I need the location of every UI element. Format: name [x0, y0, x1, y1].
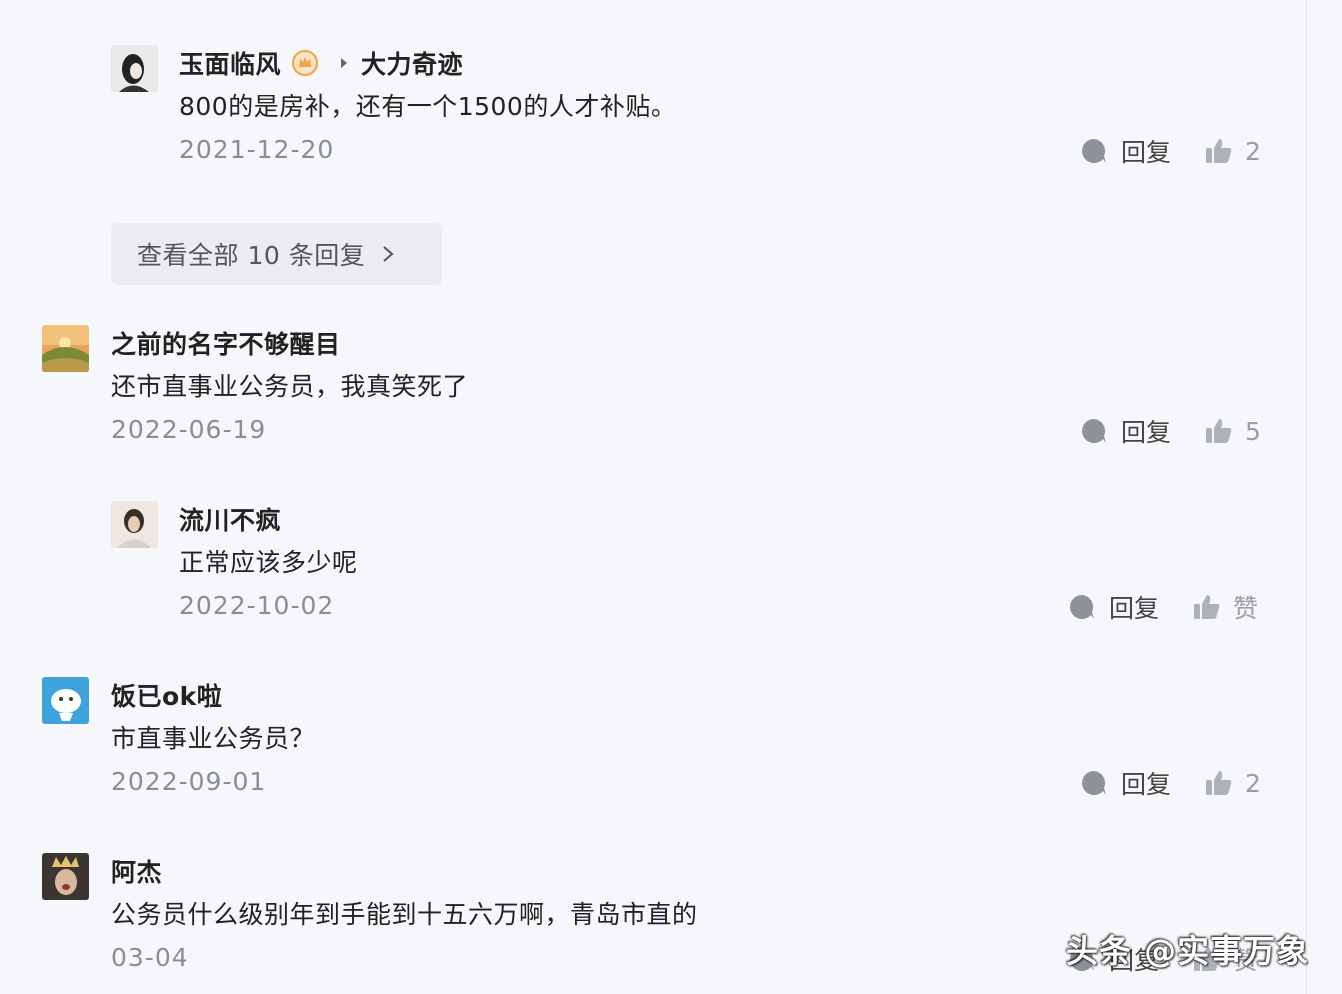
comment-bubble-icon — [1070, 595, 1094, 619]
comment-text: 还市直事业公务员，我真笑死了 — [111, 372, 469, 401]
comment-actions: 回复 2 — [1081, 765, 1261, 801]
comment-item: 之前的名字不够醒目 还市直事业公务员，我真笑死了 2022-06-19 回复 5 — [42, 325, 1272, 455]
comment-header: 阿杰 — [111, 853, 162, 889]
reply-label: 回复 — [1109, 594, 1160, 623]
avatar-image-icon — [42, 325, 89, 372]
avatar-image-icon — [42, 853, 89, 900]
avatar[interactable] — [111, 501, 158, 548]
comment-text: 公务员什么级别年到手能到十五六万啊，青岛市直的 — [111, 900, 698, 929]
comment-header: 玉面临风 大力奇迹 — [179, 45, 463, 81]
comment-header: 之前的名字不够醒目 — [111, 325, 341, 361]
reply-button[interactable]: 回复 — [1081, 133, 1171, 169]
reply-label: 回复 — [1121, 418, 1172, 447]
view-all-replies-button[interactable]: 查看全部 10 条回复 — [111, 223, 442, 285]
comment-bubble-icon — [1082, 771, 1106, 795]
thumbs-up-icon — [1206, 139, 1232, 163]
comment-date: 2022-06-19 — [111, 415, 267, 444]
reply-button[interactable]: 回复 — [1081, 765, 1171, 801]
username[interactable]: 之前的名字不够醒目 — [111, 325, 341, 361]
username[interactable]: 流川不疯 — [179, 501, 281, 537]
reply-label: 回复 — [1121, 138, 1172, 167]
comment-text: 正常应该多少呢 — [179, 548, 358, 577]
like-button[interactable]: 2 — [1205, 769, 1261, 798]
username[interactable]: 饭已ok啦 — [111, 677, 222, 713]
reply-button[interactable]: 回复 — [1069, 589, 1159, 625]
comment-bubble-icon — [1082, 419, 1106, 443]
comment-actions: 回复 赞 — [1069, 589, 1258, 625]
comment-item: 阿杰 公务员什么级别年到手能到十五六万啊，青岛市直的 03-04 回复 赞 — [42, 853, 1272, 994]
comment-text: 800的是房补，还有一个1500的人才补贴。 — [179, 92, 677, 121]
comment-text: 市直事业公务员？ — [111, 724, 316, 753]
comment-panel: 玉面临风 大力奇迹 800的是房补，还有一个1500的人才补贴。 2021-12… — [0, 0, 1307, 994]
avatar[interactable] — [42, 677, 89, 724]
username[interactable]: 玉面临风 — [179, 45, 281, 81]
like-count: 5 — [1245, 416, 1261, 446]
reply-button[interactable]: 回复 — [1081, 413, 1171, 449]
reply-arrow-icon — [341, 58, 348, 68]
comment-header: 饭已ok啦 — [111, 677, 222, 713]
comment-bubble-icon — [1082, 139, 1106, 163]
avatar[interactable] — [42, 853, 89, 900]
avatar-image-icon — [42, 677, 89, 724]
comment-date: 2022-09-01 — [111, 767, 267, 796]
comment-header: 流川不疯 — [179, 501, 281, 537]
like-button[interactable]: 2 — [1205, 137, 1261, 166]
username[interactable]: 阿杰 — [111, 853, 162, 889]
like-count: 2 — [1245, 768, 1261, 798]
thumbs-up-icon — [1194, 595, 1220, 619]
like-button[interactable]: 5 — [1205, 417, 1261, 446]
comment-date: 2022-10-02 — [179, 591, 335, 620]
thumbs-up-icon — [1206, 419, 1232, 443]
avatar[interactable] — [42, 325, 89, 372]
like-count: 赞 — [1233, 594, 1259, 623]
avatar-image-icon — [111, 501, 158, 548]
view-all-replies-label: 查看全部 10 条回复 — [137, 241, 366, 270]
chevron-right-icon — [383, 246, 394, 262]
comment-date: 03-04 — [111, 943, 189, 972]
avatar[interactable] — [111, 45, 158, 92]
crown-badge-icon — [292, 50, 319, 76]
comment-item: 玉面临风 大力奇迹 800的是房补，还有一个1500的人才补贴。 2021-12… — [111, 45, 1271, 175]
comment-actions: 回复 2 — [1081, 133, 1261, 169]
comment-item: 流川不疯 正常应该多少呢 2022-10-02 回复 赞 — [111, 501, 1271, 631]
reply-to-username[interactable]: 大力奇迹 — [361, 45, 463, 81]
reply-label: 回复 — [1121, 770, 1172, 799]
comment-date: 2021-12-20 — [179, 135, 335, 164]
thumbs-up-icon — [1206, 771, 1232, 795]
comment-item: 饭已ok啦 市直事业公务员？ 2022-09-01 回复 2 — [42, 677, 1272, 807]
avatar-image-icon — [111, 45, 158, 92]
watermark: 头条 @实事万象 — [1066, 932, 1310, 970]
comment-actions: 回复 5 — [1081, 413, 1261, 449]
like-button[interactable]: 赞 — [1193, 589, 1258, 625]
like-count: 2 — [1245, 136, 1261, 166]
